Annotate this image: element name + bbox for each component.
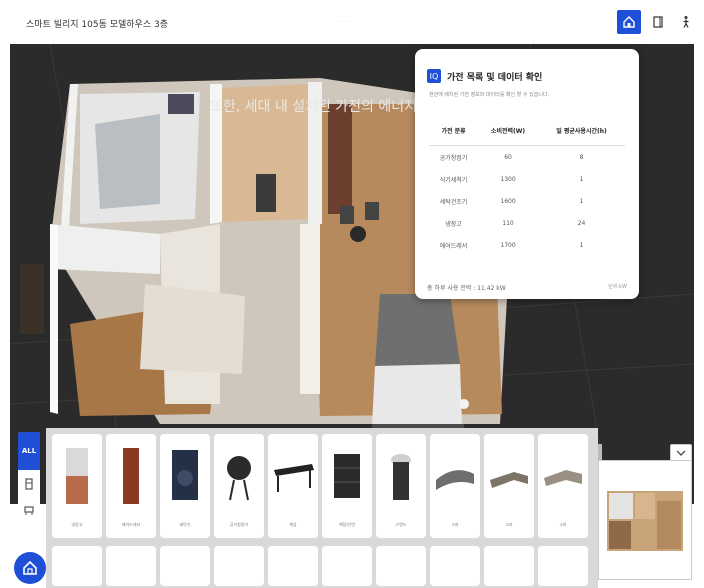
furniture-item[interactable]: 소파 [484,434,534,538]
furniture-category-icon[interactable] [23,504,35,516]
item-label: 책상 [289,522,297,527]
top-bar: 스마트 빌리지 105동 모델하우스 3층 · · [0,0,704,44]
column-header: 소비전력(W) [478,115,538,146]
furniture-item[interactable] [214,546,264,586]
furniture-item[interactable]: 책장/선반 [322,434,372,538]
appliance-data-panel: IQ 가전 목록 및 데이터 확인 현관에 배치된 가전 정보와 데이터를 확인… [415,49,639,299]
item-label: 소파 [559,522,567,527]
table-row: 에어드레서 1700 1 [429,234,625,256]
view-indicator: · · [340,18,353,26]
table-cell: 1 [579,175,584,183]
furniture-item[interactable]: 책상 [268,434,318,538]
table-cell: 1 [579,197,584,205]
l-sofa-icon [544,470,582,486]
air-purifier-icon [227,456,251,501]
category-all-button[interactable]: ALL [18,432,40,470]
washing-machine-icon [172,450,198,500]
item-label: 에어드레서 [121,522,141,527]
furniture-item[interactable] [268,546,318,586]
book-view-button[interactable] [646,10,670,34]
panel-description: 현관에 배치된 가전 정보와 데이터를 확인 할 수 있습니다. [429,92,550,98]
panel-title: 가전 목록 및 데이터 확인 [447,72,543,83]
table-cell: 1600 [500,197,516,205]
minimap-floorplan [607,491,683,551]
walk-mode-button[interactable] [674,10,698,34]
floorplan-view-button[interactable] [617,10,641,34]
page-title: 스마트 빌리지 105동 모델하우스 3층 [26,20,168,30]
table-cell: 1700 [500,241,516,249]
refrigerator-icon [66,448,88,504]
furniture-item[interactable] [322,546,372,586]
item-label: 공기청정기 [229,522,249,527]
furniture-item[interactable]: 세탁기 [160,434,210,538]
table-cell: 공기청정기 [439,154,468,162]
item-label: 세탁기 [179,522,191,527]
table-cell: 식기세척기 [439,176,468,184]
table-header-row: 가전 분류 소비전력(W) 일 평균사용시간(h) [429,115,625,146]
furniture-item[interactable] [52,546,102,586]
furniture-item[interactable] [538,546,588,586]
minimap[interactable] [598,460,692,580]
table-row: 냉장고 110 24 [429,212,625,234]
item-label: 스탠드 [395,522,407,527]
chevron-down-icon [676,450,686,456]
furniture-item[interactable] [160,546,210,586]
table-cell: 110 [502,219,514,227]
table-cell: 1300 [500,175,516,183]
furniture-item[interactable]: 공기청정기 [214,434,264,538]
home-button[interactable] [14,552,46,584]
book-icon [653,16,663,28]
table-cell: 에어드레서 [439,242,468,250]
furniture-item[interactable] [430,546,480,586]
category-column: ALL [18,432,40,542]
panel-badge: IQ [427,69,441,83]
furniture-item[interactable] [376,546,426,586]
total-power-summary: 총 하루 사용 전력 : 11.42 kW [427,285,506,292]
column-header: 일 평균사용시간(h) [538,115,625,146]
furniture-item[interactable]: 냉장고 [52,434,102,538]
airdresser-icon [123,448,139,504]
corner-sofa-icon [490,472,528,488]
home-icon [23,560,37,575]
unit-label: 단위:kW [608,284,627,290]
table-row: 식기세척기 1300 1 [429,168,625,190]
table-row: 공기청정기 60 8 [429,146,625,169]
side-table-icon [391,454,411,500]
sofa-icon [436,470,474,490]
table-cell: 세탁건조기 [439,198,468,206]
item-label: 소파 [505,522,513,527]
furniture-item[interactable]: 에어드레서 [106,434,156,538]
furniture-item[interactable]: 소파 [538,434,588,538]
table-cell: 1 [579,241,584,249]
bookshelf-icon [334,454,360,498]
table-cell: 8 [579,153,584,161]
table-cell: 냉장고 [445,220,462,228]
furniture-tray: 냉장고 에어드레서 세탁기 공기청정기 책상 책장/선반 스탠드 소파 소파 소… [46,428,598,588]
item-label: 소파 [451,522,459,527]
panel-header: IQ 가전 목록 및 데이터 확인 [427,69,542,83]
appliance-table: 가전 분류 소비전력(W) 일 평균사용시간(h) 공기청정기 60 8 식기세… [429,115,625,256]
furniture-item[interactable]: 스탠드 [376,434,426,538]
table-row: 세탁건조기 1600 1 [429,190,625,212]
table-cell: 24 [577,219,586,227]
column-header: 가전 분류 [429,115,479,146]
item-label: 책장/선반 [338,522,356,527]
furniture-item[interactable] [106,546,156,586]
desk-icon [274,464,314,492]
walking-person-icon [683,16,689,28]
furniture-item[interactable] [484,546,534,586]
appliance-category-icon[interactable] [23,478,35,490]
table-cell: 60 [504,153,512,161]
home-view-icon [623,16,635,28]
furniture-item[interactable]: 소파 [430,434,480,538]
item-label: 냉장고 [71,522,83,527]
